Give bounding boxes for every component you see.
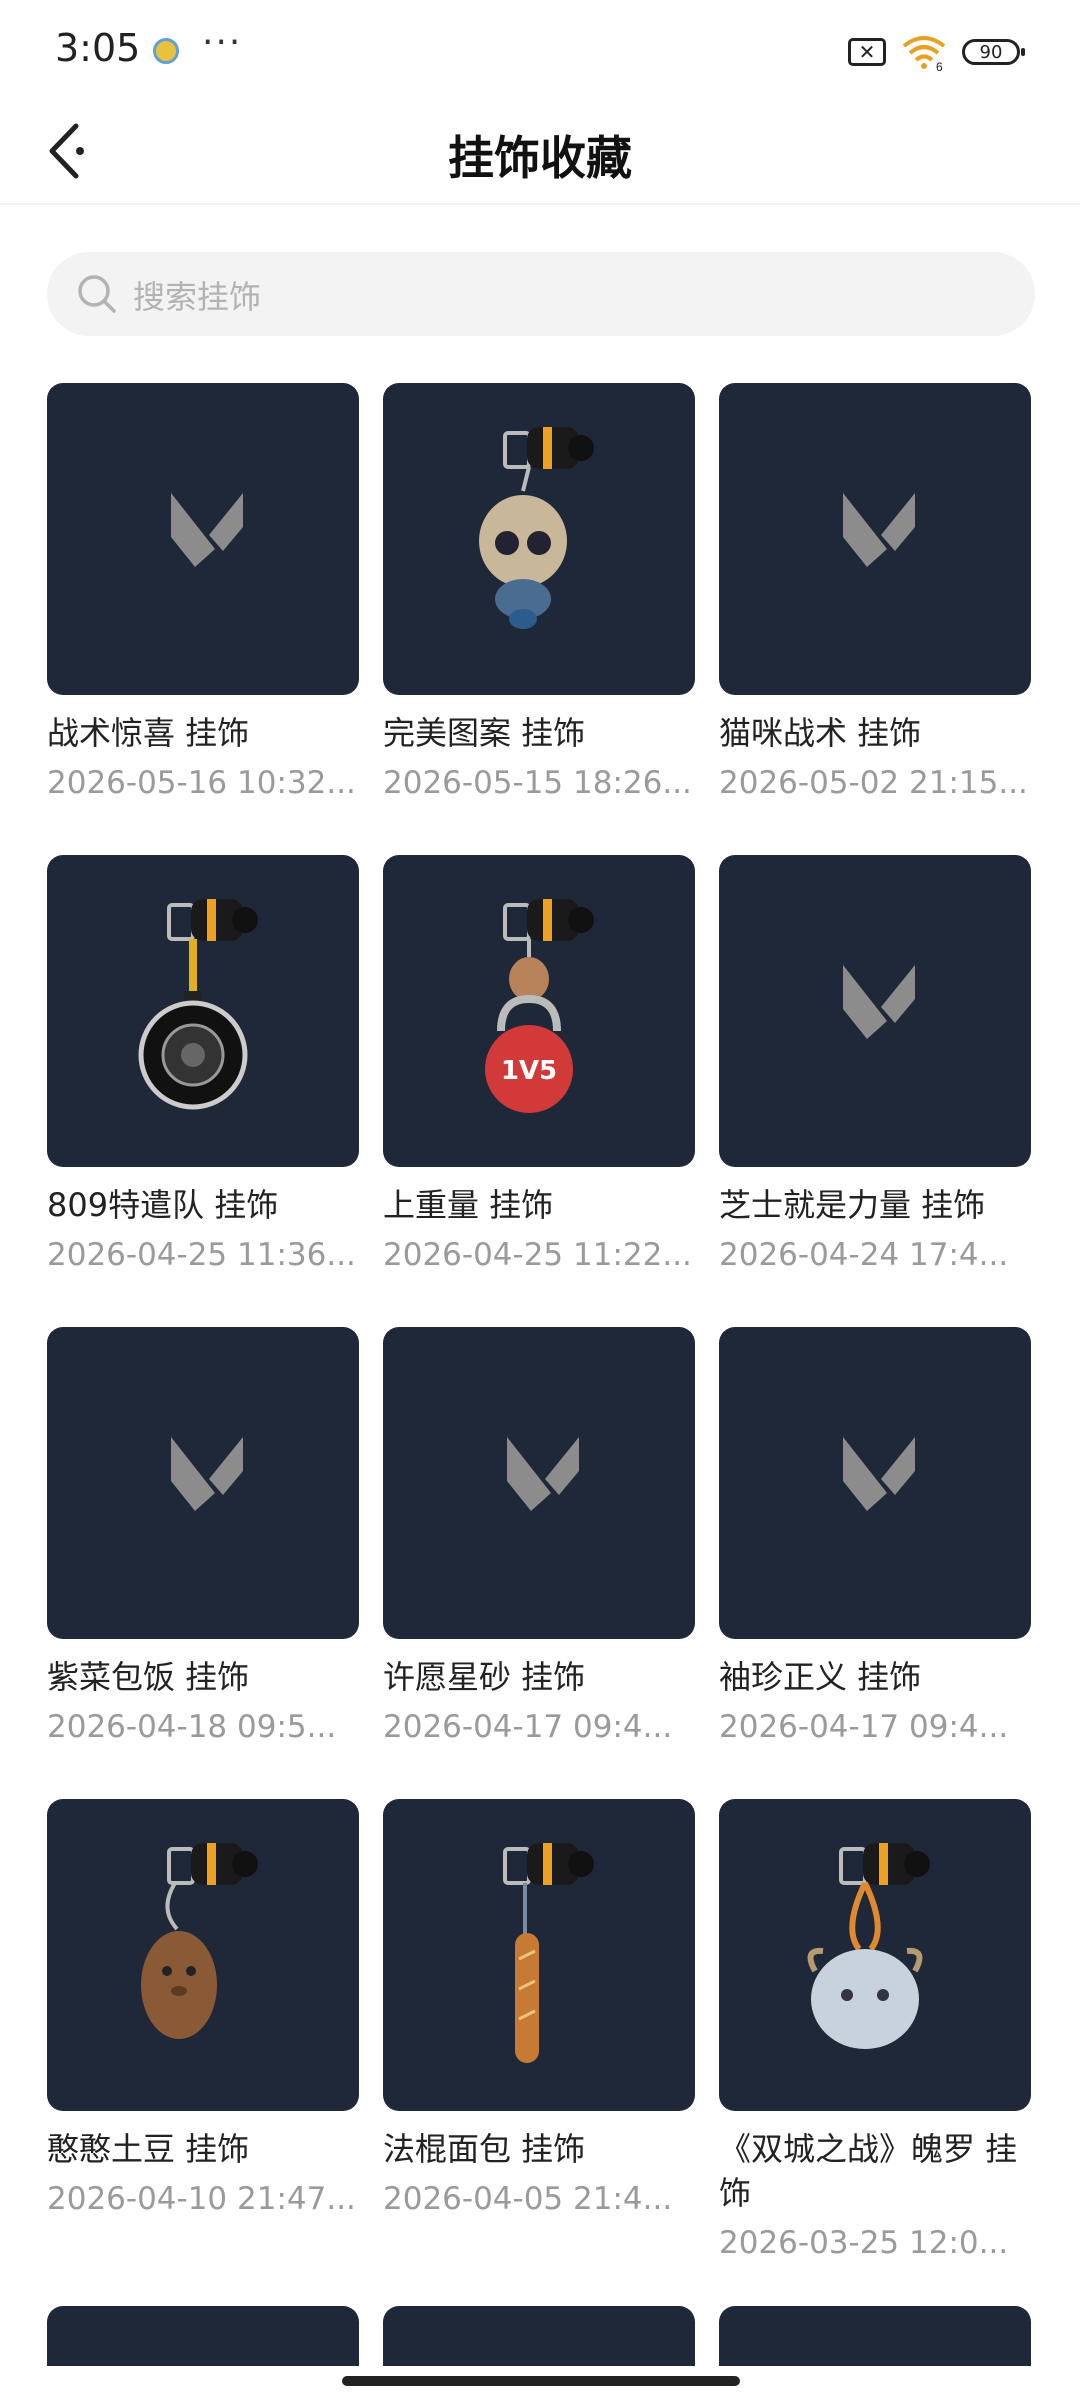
doll-charm-icon xyxy=(479,427,594,629)
charm-title: 《双城之战》魄罗 挂饰 xyxy=(719,2130,1018,2212)
collection-card[interactable]: 袖珍正义 挂饰 2026-04-17 09:4... xyxy=(719,1327,1031,1745)
more-notifications-icon: ··· xyxy=(202,22,243,63)
charm-thumbnail xyxy=(719,1799,1031,2111)
charm-date: 2026-04-17 09:4... xyxy=(719,1709,1009,1745)
charm-thumbnail xyxy=(383,1799,695,2111)
charm-title: 憨憨土豆 挂饰 xyxy=(47,2130,250,2168)
valorant-logo-icon xyxy=(843,1437,915,1511)
lens-charm-icon xyxy=(138,899,258,1110)
battery-icon: 90 xyxy=(962,39,1025,65)
charm-title: 紫菜包饭 挂饰 xyxy=(47,1658,250,1696)
valorant-logo-icon xyxy=(171,1437,243,1511)
collection-card-partial[interactable] xyxy=(47,2306,359,2366)
charm-date: 2026-04-25 11:22... xyxy=(383,1237,692,1273)
collection-card[interactable]: 完美图案 挂饰 2026-05-15 18:26... xyxy=(383,383,695,801)
collection-card[interactable]: 芝士就是力量 挂饰 2026-04-24 17:4... xyxy=(719,855,1031,1273)
charm-title: 芝士就是力量 挂饰 xyxy=(719,1186,986,1224)
charm-thumbnail xyxy=(383,383,695,695)
header: 挂饰收藏 xyxy=(0,100,1080,200)
charm-date: 2026-04-17 09:4... xyxy=(383,1709,673,1745)
wifi-label: 6 xyxy=(936,60,943,72)
charm-date: 2026-04-25 11:36... xyxy=(47,1237,356,1273)
svg-text:1V5: 1V5 xyxy=(501,1056,557,1086)
charm-thumbnail xyxy=(719,855,1031,1167)
no-sim-icon: ✕ xyxy=(848,38,886,66)
wifi-icon: 6 xyxy=(902,36,946,72)
status-time: 3:05 xyxy=(55,26,141,70)
charm-thumbnail xyxy=(383,1327,695,1639)
collection-card-partial[interactable] xyxy=(719,2306,1031,2366)
home-indicator[interactable] xyxy=(342,2376,740,2386)
charm-thumbnail xyxy=(719,1327,1031,1639)
collection-card[interactable]: 《双城之战》魄罗 挂饰 2026-03-25 12:0... xyxy=(719,1799,1031,2261)
charm-date: 2026-04-18 09:5... xyxy=(47,1709,337,1745)
baguette-charm-icon xyxy=(503,1843,594,2063)
charm-title: 法棍面包 挂饰 xyxy=(383,2130,586,2168)
charm-thumbnail xyxy=(47,1799,359,2111)
valorant-logo-icon xyxy=(507,1437,579,1511)
charm-thumbnail xyxy=(47,1327,359,1639)
collection-card[interactable]: 809特遣队 挂饰 2026-04-25 11:36... xyxy=(47,855,359,1273)
status-icons: ✕ 6 90 xyxy=(848,30,1025,74)
charm-thumbnail: 1V5 xyxy=(383,855,695,1167)
charm-date: 2026-05-02 21:15... xyxy=(719,765,1028,801)
search-placeholder: 搜索挂饰 xyxy=(133,278,262,316)
charm-date: 2026-04-24 17:4... xyxy=(719,1237,1009,1273)
collection-card[interactable]: 许愿星砂 挂饰 2026-04-17 09:4... xyxy=(383,1327,695,1745)
collection-card[interactable]: 1V5 上重量 挂饰 2026-04-25 11:22... xyxy=(383,855,695,1273)
poro-charm-icon xyxy=(807,1843,930,2049)
charm-title: 809特遣队 挂饰 xyxy=(47,1186,279,1224)
search-input[interactable]: 搜索挂饰 xyxy=(47,252,1035,336)
charm-title: 袖珍正义 挂饰 xyxy=(719,1658,922,1696)
charm-date: 2026-03-25 12:0... xyxy=(719,2225,1009,2261)
valorant-logo-icon xyxy=(843,965,915,1039)
charm-title: 许愿星砂 挂饰 xyxy=(383,1658,586,1696)
charm-thumbnail xyxy=(47,383,359,695)
charm-date: 2026-05-15 18:26... xyxy=(383,765,692,801)
charm-title: 猫咪战术 挂饰 xyxy=(719,714,922,752)
kettlebell-charm-icon: 1V5 xyxy=(485,899,594,1113)
charm-title: 战术惊喜 挂饰 xyxy=(47,714,250,752)
page-title: 挂饰收藏 xyxy=(448,131,632,185)
charm-thumbnail xyxy=(47,855,359,1167)
status-bar: 3:05 ··· ✕ 6 90 xyxy=(0,0,1080,100)
valorant-logo-icon xyxy=(843,493,915,567)
collection-card[interactable]: 猫咪战术 挂饰 2026-05-02 21:15... xyxy=(719,383,1031,801)
charm-date: 2026-04-10 21:47... xyxy=(47,2181,356,2217)
charm-date: 2026-04-05 21:4... xyxy=(383,2181,673,2217)
charm-date: 2026-05-16 10:32... xyxy=(47,765,356,801)
valorant-logo-icon xyxy=(171,493,243,567)
collection-card[interactable]: 战术惊喜 挂饰 2026-05-16 10:32... xyxy=(47,383,359,801)
search-icon xyxy=(78,275,116,313)
potato-charm-icon xyxy=(141,1843,258,2039)
charm-title: 完美图案 挂饰 xyxy=(383,714,586,752)
header-divider xyxy=(0,203,1080,205)
app-notification-icon xyxy=(153,38,179,64)
battery-level: 90 xyxy=(979,41,1003,63)
charm-title: 上重量 挂饰 xyxy=(383,1186,554,1224)
collection-card-partial[interactable] xyxy=(383,2306,695,2366)
collection-card[interactable]: 憨憨土豆 挂饰 2026-04-10 21:47... xyxy=(47,1799,359,2217)
collection-card[interactable]: 法棍面包 挂饰 2026-04-05 21:4... xyxy=(383,1799,695,2217)
charm-thumbnail xyxy=(719,383,1031,695)
collection-card[interactable]: 紫菜包饭 挂饰 2026-04-18 09:5... xyxy=(47,1327,359,1745)
